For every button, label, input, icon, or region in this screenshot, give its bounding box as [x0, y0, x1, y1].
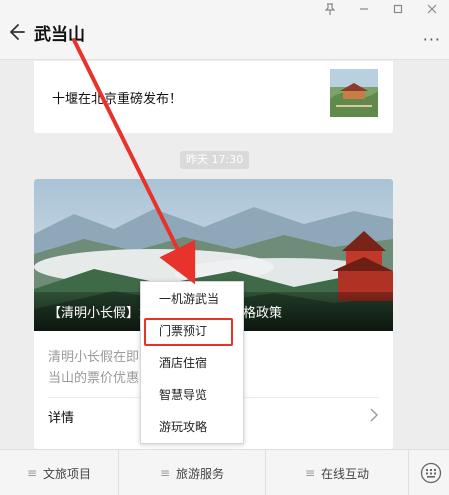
minimize-icon[interactable] — [347, 0, 381, 18]
bottom-menu-label: 文旅项目 — [43, 466, 92, 481]
menu-lines-icon: ≡ — [159, 466, 171, 480]
details-link[interactable]: 详情 — [48, 407, 74, 426]
pin-icon[interactable] — [313, 0, 347, 18]
chevron-right-icon — [369, 407, 379, 423]
bottom-menu-tourism-services[interactable]: ≡ 旅游服务 — [119, 450, 265, 495]
bottom-menu-culture-projects[interactable]: ≡ 文旅项目 — [0, 450, 118, 495]
bottom-menu-label: 旅游服务 — [176, 466, 225, 481]
menu-item-mobile-tour[interactable]: 一机游武当 — [141, 283, 243, 316]
highlight-box — [144, 318, 233, 346]
title-bar: 武当山 ··· — [0, 0, 449, 60]
bottom-menu-online-interaction[interactable]: ≡ 在线互动 — [266, 450, 408, 495]
page-title: 武当山 — [34, 25, 85, 45]
menu-lines-icon: ≡ — [304, 466, 316, 480]
menu-item-hotel[interactable]: 酒店住宿 — [141, 347, 243, 380]
separator — [408, 450, 409, 495]
menu-lines-icon: ≡ — [26, 466, 38, 480]
keyboard-toggle-icon[interactable] — [420, 462, 442, 484]
close-icon[interactable] — [415, 0, 449, 18]
back-arrow-icon[interactable] — [6, 22, 26, 42]
prev-article-card[interactable]: 十堰在北京重磅发布！ — [34, 61, 393, 133]
service-popup-menu: 一机游武当 门票预订 酒店住宿 智慧导览 游玩攻略 — [140, 281, 244, 444]
bottom-menu: ≡ 文旅项目 ≡ 旅游服务 ≡ 在线互动 — [0, 449, 449, 495]
more-options-icon[interactable]: ··· — [423, 30, 441, 49]
prev-article-title: 十堰在北京重磅发布！ — [52, 92, 183, 107]
window-controls — [313, 0, 449, 18]
bottom-menu-label: 在线互动 — [321, 466, 370, 481]
menu-item-smart-guide[interactable]: 智慧导览 — [141, 379, 243, 412]
menu-item-travel-tips[interactable]: 游玩攻略 — [141, 411, 243, 444]
maximize-icon[interactable] — [381, 0, 415, 18]
message-timestamp: 昨天 17:30 — [180, 151, 250, 169]
prev-article-thumbnail — [330, 69, 378, 117]
